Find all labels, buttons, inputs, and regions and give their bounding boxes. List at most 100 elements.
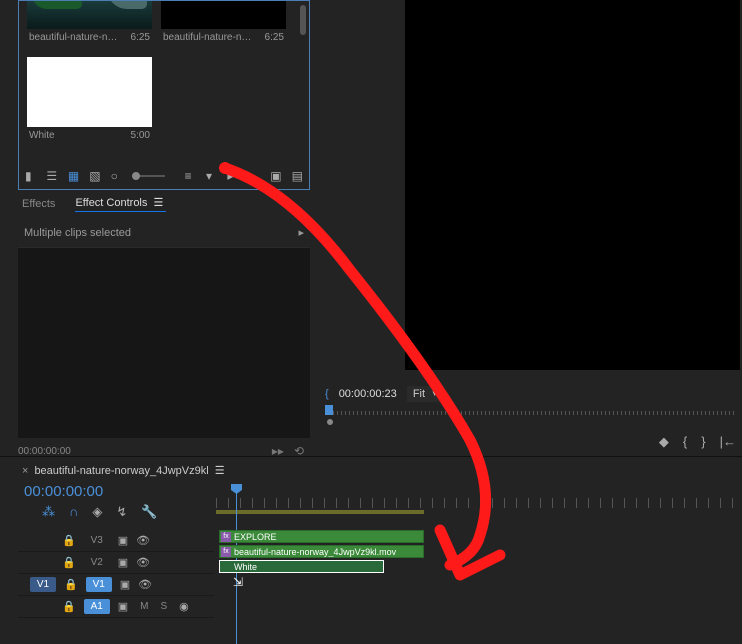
playhead-tc-prefix: { (325, 388, 329, 400)
lock-icon[interactable]: 🔒 (62, 600, 76, 613)
panel-menu-icon[interactable] (215, 464, 227, 477)
panel-divider[interactable] (0, 456, 742, 457)
clip-name: beautiful-nature-norw... (163, 32, 253, 43)
track-header-a1[interactable]: 🔒 A1 ▣ M S ◉ (18, 596, 214, 618)
sync-lock-icon[interactable]: ▣ (118, 534, 128, 547)
ruler-ticks (325, 411, 735, 415)
in-point-icon[interactable]: { (683, 434, 687, 450)
project-bin-area[interactable]: beautiful-nature-norw... 6:25 EXPLORE be… (19, 1, 309, 161)
out-point-icon[interactable]: } (701, 434, 705, 450)
playhead-timecode[interactable]: 00:00:00:23 (339, 388, 397, 400)
monitor-playhead[interactable] (325, 405, 333, 415)
project-toolbar: ▮ ☰ ▦ ▧ ○ ≡ ▾ ▸ ⌕ ▣ ▤ (19, 163, 309, 189)
snap-icon[interactable]: ⁂ (42, 504, 55, 520)
fx-badge[interactable]: fx (221, 532, 231, 542)
close-tab-icon[interactable]: × (22, 465, 28, 477)
timeline-tools: ⁂ ∩ ◈ ↯ 🔧 (42, 504, 157, 520)
new-item-icon[interactable]: ▤ (292, 169, 303, 183)
clip-duration: 6:25 (265, 32, 284, 43)
icon-view-icon[interactable]: ▦ (68, 169, 79, 183)
tab-effects[interactable]: Effects (22, 198, 55, 210)
thumbnail-image (27, 57, 152, 127)
solo-button[interactable]: S (160, 601, 167, 612)
automate-icon[interactable]: ▸ (227, 169, 238, 183)
timeline-clip-white[interactable]: White (219, 560, 384, 573)
timeline-ruler[interactable] (216, 484, 742, 518)
wrench-icon[interactable]: 🔧 (141, 504, 157, 520)
clip-name: White (29, 130, 55, 141)
list-view-icon[interactable]: ☰ (46, 169, 57, 183)
source-patch[interactable]: V1 (30, 577, 56, 592)
new-bin-icon[interactable]: ▣ (270, 169, 281, 183)
sync-lock-icon[interactable]: ▣ (118, 556, 128, 569)
program-monitor-view[interactable] (405, 0, 740, 370)
work-area-bar[interactable] (216, 510, 424, 514)
mute-button[interactable]: M (140, 601, 148, 612)
project-panel: beautiful-nature-norw... 6:25 EXPLORE be… (18, 0, 310, 190)
timeline-clip-explore[interactable]: fx EXPLORE (219, 530, 424, 543)
zoom-handle[interactable] (327, 419, 333, 425)
thumbnail-image: EXPLORE (161, 1, 286, 29)
panel-menu-icon[interactable] (154, 196, 166, 209)
sequence-name: beautiful-nature-norway_4JwpVz9kl (34, 465, 208, 477)
linked-selection-icon[interactable]: ∩ (69, 504, 78, 520)
writable-icon[interactable]: ▮ (25, 169, 36, 183)
monitor-buttons: ◆ { } |← (659, 434, 736, 450)
track-target[interactable]: V1 (86, 577, 112, 592)
clip-duration: 6:25 (131, 32, 150, 43)
clip-name: beautiful-nature-norw... (29, 32, 119, 43)
track-header-v2[interactable]: 🔒 V2 ▣ 👁 (18, 552, 214, 574)
track-target[interactable]: A1 (84, 599, 110, 614)
effect-controls-body (18, 248, 310, 438)
eye-icon[interactable]: 👁 (136, 556, 150, 569)
track-header-v1[interactable]: V1 🔒 V1 ▣ 👁 (18, 574, 214, 596)
zoom-slider[interactable] (132, 175, 165, 177)
monitor-controls: { 00:00:00:23 Fit (325, 385, 505, 403)
sequence-tab[interactable]: × beautiful-nature-norway_4JwpVz9kl (18, 460, 742, 481)
insert-cursor-icon: ⇲ (233, 575, 243, 589)
effect-controls-header: Multiple clips selected ▸ (18, 218, 310, 248)
voice-over-icon[interactable]: ◉ (179, 600, 189, 613)
tab-effect-controls[interactable]: Effect Controls (75, 196, 165, 212)
zoom-slider-icon: ○ (111, 169, 122, 183)
scrollbar-thumb[interactable] (300, 5, 306, 35)
clip-thumb-white[interactable]: White 5:00 (27, 57, 152, 141)
track-label[interactable]: V2 (84, 555, 110, 570)
clip-thumb-explore[interactable]: EXPLORE beautiful-nature-norw... 6:25 (161, 1, 286, 43)
timeline-clip-nature[interactable]: fx beautiful-nature-norway_4JwpVz9kl.mov (219, 545, 424, 558)
clip-label: EXPLORE (234, 532, 277, 542)
freeform-view-icon[interactable]: ▧ (89, 169, 100, 183)
selection-status: Multiple clips selected (24, 227, 131, 239)
monitor-time-ruler[interactable] (325, 405, 735, 425)
sync-lock-icon[interactable]: ▣ (118, 600, 128, 613)
effects-panel: Effects Effect Controls Multiple clips s… (18, 190, 310, 455)
chevron-right-icon[interactable]: ▸ (298, 226, 304, 239)
fx-badge[interactable]: fx (221, 547, 231, 557)
eye-icon[interactable]: 👁 (136, 534, 150, 547)
thumbnail-image (27, 1, 152, 29)
lock-icon[interactable]: 🔒 (64, 578, 78, 591)
go-to-in-icon[interactable]: |← (720, 434, 736, 450)
sync-lock-icon[interactable]: ▣ (120, 578, 130, 591)
clip-label: White (234, 562, 257, 572)
timeline-panel: × beautiful-nature-norway_4JwpVz9kl 00:0… (18, 460, 742, 622)
sort-icon[interactable]: ≡ (185, 169, 196, 183)
settings-icon[interactable]: ↯ (116, 504, 127, 520)
clip-label: beautiful-nature-norway_4JwpVz9kl.mov (234, 547, 396, 557)
zoom-level-dropdown[interactable]: Fit (407, 386, 441, 402)
program-monitor (325, 0, 740, 380)
track-label[interactable]: V3 (84, 533, 110, 548)
marker-add-icon[interactable]: ◈ (92, 504, 102, 520)
marker-icon[interactable]: ◆ (659, 434, 669, 450)
lock-icon[interactable]: 🔒 (62, 534, 76, 547)
clip-duration: 5:00 (131, 130, 150, 141)
track-header-v3[interactable]: 🔒 V3 ▣ 👁 (18, 530, 214, 552)
track-headers: 🔒 V3 ▣ 👁 🔒 V2 ▣ 👁 V1 🔒 V1 ▣ 👁 🔒 A1 ▣ M S… (18, 530, 214, 618)
ruler-ticks (216, 498, 742, 508)
dropdown-icon[interactable]: ▾ (206, 169, 217, 183)
clip-thumb-nature[interactable]: beautiful-nature-norw... 6:25 (27, 1, 152, 43)
eye-icon[interactable]: 👁 (138, 578, 152, 591)
lock-icon[interactable]: 🔒 (62, 556, 76, 569)
effects-tabs: Effects Effect Controls (18, 190, 310, 218)
find-icon[interactable]: ⌕ (249, 169, 260, 183)
